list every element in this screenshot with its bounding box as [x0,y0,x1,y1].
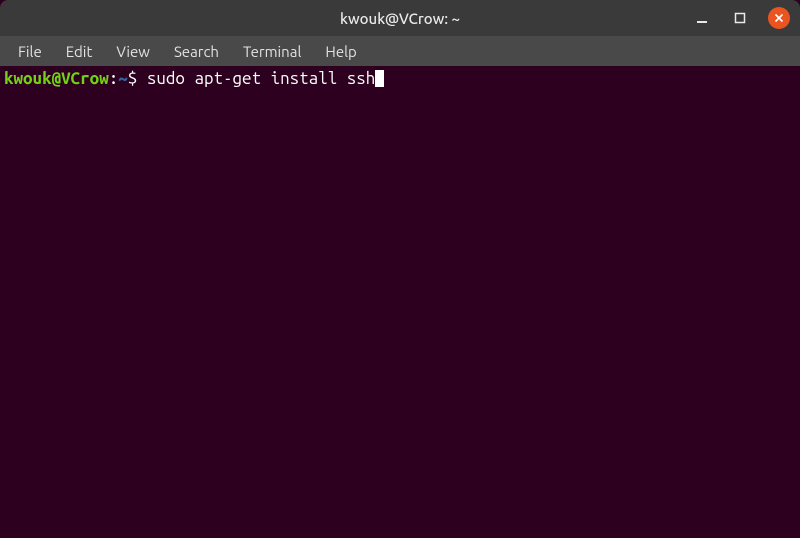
maximize-icon [734,12,746,24]
text-cursor [375,70,384,87]
minimize-button[interactable] [692,8,712,28]
prompt-path: ~ [118,69,128,88]
maximize-button[interactable] [730,8,750,28]
titlebar: kwouk@VCrow: ~ [0,0,800,36]
menu-view[interactable]: View [106,40,160,63]
command-text: sudo apt-get install ssh [147,69,375,88]
close-icon [774,13,784,23]
menu-search[interactable]: Search [164,40,229,63]
terminal-body[interactable]: kwouk@VCrow:~$ sudo apt-get install ssh [0,66,800,538]
minimize-icon [696,12,708,24]
window-controls [692,0,790,36]
close-button[interactable] [768,7,790,29]
menu-help[interactable]: Help [315,40,366,63]
menu-edit[interactable]: Edit [56,40,103,63]
window-title: kwouk@VCrow: ~ [340,10,460,27]
menubar: File Edit View Search Terminal Help [0,36,800,66]
menu-file[interactable]: File [8,40,52,63]
terminal-window: kwouk@VCrow: ~ File Edit View Search Ter… [0,0,800,538]
menu-terminal[interactable]: Terminal [233,40,311,63]
prompt-symbol: $ [128,69,147,88]
prompt-colon: : [109,69,119,88]
prompt-userhost: kwouk@VCrow [4,69,109,88]
